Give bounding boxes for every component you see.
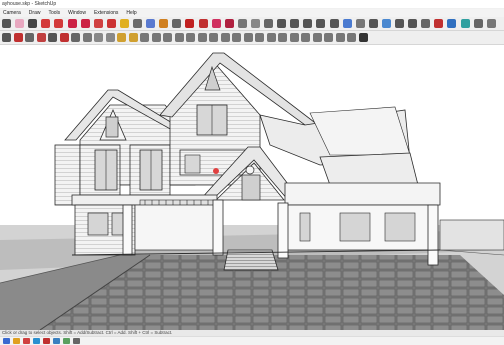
- solid-subtract-icon[interactable]: [105, 33, 115, 42]
- scale-icon[interactable]: [106, 19, 116, 28]
- zoom-extents-icon[interactable]: [185, 19, 195, 28]
- follow-me-icon[interactable]: [13, 33, 23, 42]
- protractor-icon[interactable]: [59, 33, 69, 42]
- look-around-icon[interactable]: [224, 19, 234, 28]
- extension-manager-icon[interactable]: [358, 33, 368, 42]
- menu-bar: Camera Draw Tools Window Extensions Help: [0, 9, 504, 17]
- settings-icon[interactable]: [73, 338, 80, 344]
- edge-icon[interactable]: [33, 338, 40, 344]
- back-view-icon[interactable]: [316, 19, 326, 28]
- column: [122, 204, 133, 256]
- move-icon[interactable]: [80, 19, 90, 28]
- fog-icon[interactable]: [486, 19, 496, 28]
- window-title: ayhouse.skp - SketchUp: [2, 1, 57, 7]
- hide-icon[interactable]: [186, 33, 195, 42]
- shadow-icon[interactable]: [473, 19, 483, 28]
- offset-icon[interactable]: [2, 33, 11, 42]
- secondary-toolbar: [0, 31, 504, 45]
- rotate-icon[interactable]: [93, 19, 103, 28]
- taskbar: [0, 336, 504, 345]
- column: [427, 204, 439, 266]
- group-icon[interactable]: [209, 33, 218, 42]
- layout-icon[interactable]: [447, 19, 457, 28]
- textured-icon[interactable]: [395, 19, 404, 28]
- arc-icon[interactable]: [41, 19, 51, 28]
- file-explorer-icon[interactable]: [13, 338, 20, 344]
- extension-warehouse-icon[interactable]: [434, 19, 444, 28]
- instructor-icon[interactable]: [289, 33, 299, 42]
- text-icon[interactable]: [25, 33, 34, 42]
- flip-icon[interactable]: [163, 33, 172, 42]
- components-icon[interactable]: [250, 19, 260, 28]
- orbit-icon[interactable]: [146, 19, 156, 28]
- rectangle-icon[interactable]: [54, 19, 64, 28]
- dimension-icon[interactable]: [48, 33, 57, 42]
- explode-icon[interactable]: [220, 33, 230, 42]
- column: [277, 202, 289, 259]
- warehouse-icon[interactable]: [421, 19, 431, 28]
- soften-icon[interactable]: [174, 33, 184, 42]
- main-toolbar: [0, 17, 504, 31]
- materials-icon[interactable]: [266, 33, 276, 42]
- dynamic-component-icon[interactable]: [324, 33, 333, 42]
- 3d-viewport[interactable]: [0, 45, 504, 330]
- unhide-icon[interactable]: [197, 33, 207, 42]
- section-plane-icon[interactable]: [237, 19, 247, 28]
- solid-union-icon[interactable]: [94, 33, 103, 42]
- shaded-icon[interactable]: [381, 19, 391, 28]
- left-view-icon[interactable]: [329, 19, 339, 28]
- mail-icon[interactable]: [53, 338, 60, 344]
- menu-draw[interactable]: Draw: [29, 9, 41, 17]
- drape-icon[interactable]: [151, 33, 161, 42]
- walk-icon[interactable]: [198, 19, 208, 28]
- section-fill-icon[interactable]: [347, 33, 356, 42]
- photos-icon[interactable]: [63, 338, 70, 344]
- entity-info-icon[interactable]: [278, 33, 287, 42]
- sun-settings-icon[interactable]: [335, 33, 345, 42]
- model-person-marker: [213, 168, 219, 174]
- eraser-icon[interactable]: [15, 19, 25, 28]
- hidden-line-icon[interactable]: [368, 19, 378, 28]
- layers-icon[interactable]: [243, 33, 253, 42]
- zoom-icon[interactable]: [172, 19, 182, 28]
- top-view-icon[interactable]: [277, 19, 287, 28]
- xray-icon[interactable]: [342, 19, 352, 28]
- veranda-beam: [284, 182, 441, 206]
- outliner-icon[interactable]: [232, 33, 241, 42]
- right-view-icon[interactable]: [303, 19, 313, 28]
- stamp-icon[interactable]: [140, 33, 149, 42]
- sketchup-icon[interactable]: [43, 338, 50, 344]
- house-model-view: [0, 45, 504, 330]
- status-text: Click or drag to select objects. Shift =…: [2, 330, 173, 335]
- sandbox-icon[interactable]: [117, 33, 126, 42]
- scenes-icon[interactable]: [255, 33, 264, 42]
- menu-help[interactable]: Help: [126, 9, 136, 17]
- window-icon[interactable]: [82, 33, 92, 42]
- wireframe-icon[interactable]: [355, 19, 365, 28]
- add-location-icon[interactable]: [301, 33, 310, 42]
- monochrome-icon[interactable]: [408, 19, 418, 28]
- 3d-text-icon[interactable]: [71, 33, 80, 42]
- axes-icon[interactable]: [36, 33, 46, 42]
- menu-extensions[interactable]: Extensions: [94, 9, 118, 17]
- menu-window[interactable]: Window: [68, 9, 86, 17]
- start-icon[interactable]: [3, 338, 10, 344]
- window-title-bar: ayhouse.skp - SketchUp: [0, 0, 504, 8]
- chrome-icon[interactable]: [23, 338, 30, 344]
- menu-camera[interactable]: Camera: [3, 9, 21, 17]
- preview-icon[interactable]: [312, 33, 322, 42]
- front-view-icon[interactable]: [290, 19, 300, 28]
- menu-tools[interactable]: Tools: [48, 9, 60, 17]
- pan-icon[interactable]: [159, 19, 169, 28]
- push-pull-icon[interactable]: [67, 19, 77, 28]
- line-icon[interactable]: [28, 19, 38, 28]
- iso-view-icon[interactable]: [264, 19, 273, 28]
- style-builder-icon[interactable]: [460, 19, 470, 28]
- column: [212, 199, 224, 256]
- smoove-icon[interactable]: [128, 33, 138, 42]
- camera-icon[interactable]: [211, 19, 221, 28]
- select-icon[interactable]: [2, 19, 11, 28]
- tape-measure-icon[interactable]: [119, 19, 129, 28]
- paint-bucket-icon[interactable]: [133, 19, 142, 28]
